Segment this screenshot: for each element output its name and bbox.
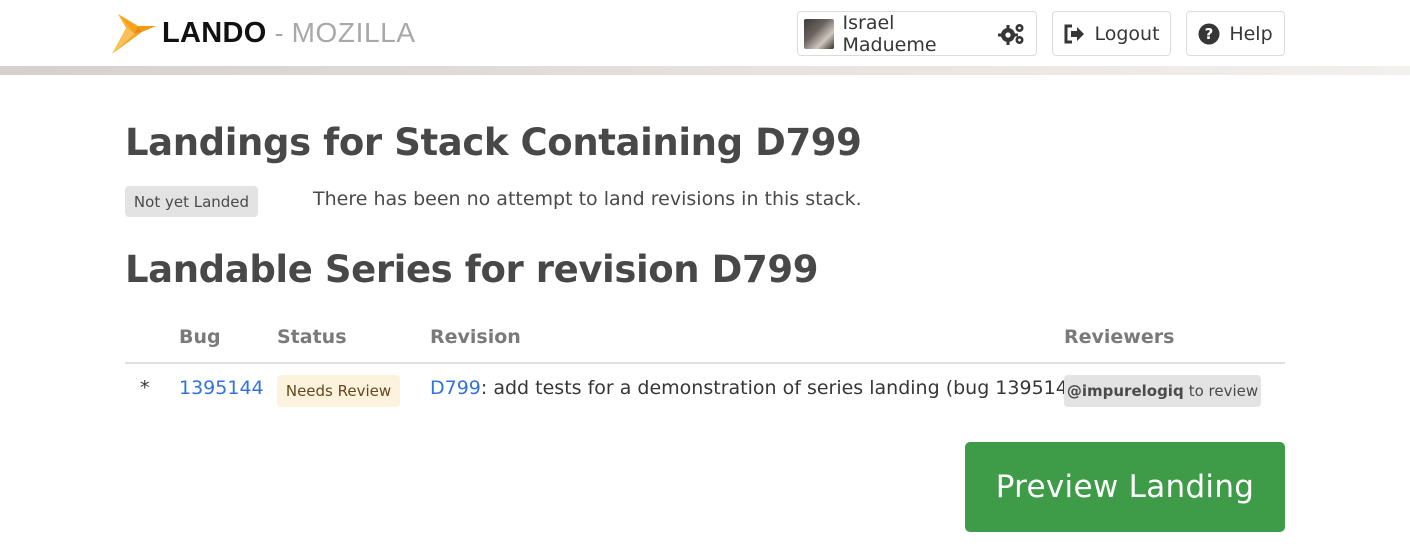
series-title: Landable Series for revision D799 <box>125 248 819 291</box>
brand-org: MOZILLA <box>291 17 416 48</box>
origami-bird-logo-icon <box>112 10 158 56</box>
question-circle-icon: ? <box>1198 23 1220 45</box>
landing-message: There has been no attempt to land revisi… <box>313 188 862 210</box>
navbar: LANDO - MOZILLA Israel Madueme Logout ? … <box>0 0 1410 66</box>
brand-name: LANDO <box>162 16 267 49</box>
column-header-reviewers: Reviewers <box>1064 326 1175 348</box>
user-name: Israel Madueme <box>842 11 937 56</box>
help-label: Help <box>1229 22 1273 45</box>
preview-landing-button[interactable]: Preview Landing <box>965 442 1285 532</box>
status-badge: Needs Review <box>277 375 400 407</box>
revision-cell: D799: add tests for a demonstration of s… <box>430 377 1087 399</box>
logout-button[interactable]: Logout <box>1052 11 1171 56</box>
brand-separator: - <box>274 17 284 48</box>
revision-title: : add tests for a demonstration of serie… <box>480 377 1088 399</box>
landing-status-badge: Not yet Landed <box>125 186 258 217</box>
column-header-status: Status <box>277 326 347 348</box>
sign-out-icon <box>1063 23 1085 45</box>
revision-link[interactable]: D799 <box>430 377 481 399</box>
avatar <box>804 18 834 49</box>
column-header-bug: Bug <box>179 326 221 348</box>
gears-icon <box>998 22 1026 46</box>
table-header-divider <box>125 362 1285 364</box>
svg-text:?: ? <box>1205 25 1214 43</box>
help-button[interactable]: ? Help <box>1186 11 1285 56</box>
logout-label: Logout <box>1094 22 1160 45</box>
brand[interactable]: LANDO - MOZILLA <box>112 10 416 56</box>
column-header-revision: Revision <box>430 326 521 348</box>
reviewer-name: @impurelogiq <box>1066 382 1184 400</box>
landings-title: Landings for Stack Containing D799 <box>125 121 862 164</box>
reviewer-state: to review <box>1188 382 1259 400</box>
navbar-shadow <box>0 66 1410 75</box>
user-menu-button[interactable]: Israel Madueme <box>797 11 1037 56</box>
reviewer-badge: @impurelogiq to review <box>1064 375 1261 407</box>
bug-link[interactable]: 1395144 <box>179 377 264 399</box>
current-revision-marker: * <box>140 377 150 399</box>
